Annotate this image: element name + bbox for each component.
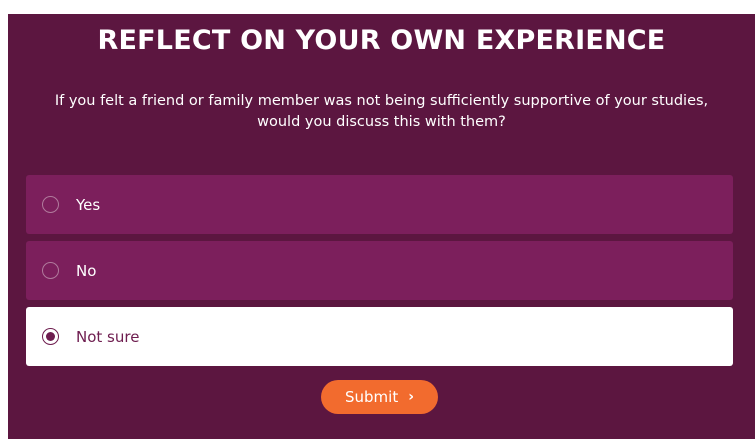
radio-not-sure[interactable] (42, 328, 59, 345)
submit-button[interactable]: Submit › (321, 380, 438, 414)
option-not-sure[interactable]: Not sure (26, 307, 733, 366)
option-label: Not sure (76, 327, 140, 346)
question-text: If you felt a friend or family member wa… (54, 93, 709, 130)
option-label: No (76, 261, 97, 280)
question-panel: REFLECT ON YOUR OWN EXPERIENCE If you fe… (8, 14, 755, 439)
option-yes[interactable]: Yes (26, 175, 733, 234)
chevron-right-icon: › (408, 389, 414, 405)
radio-selected-dot (46, 332, 55, 341)
option-no[interactable]: No (26, 241, 733, 300)
radio-no[interactable] (42, 262, 59, 279)
radio-yes[interactable] (42, 196, 59, 213)
submit-label: Submit (345, 388, 399, 406)
option-label: Yes (76, 195, 101, 214)
page-title: REFLECT ON YOUR OWN EXPERIENCE (97, 25, 666, 56)
